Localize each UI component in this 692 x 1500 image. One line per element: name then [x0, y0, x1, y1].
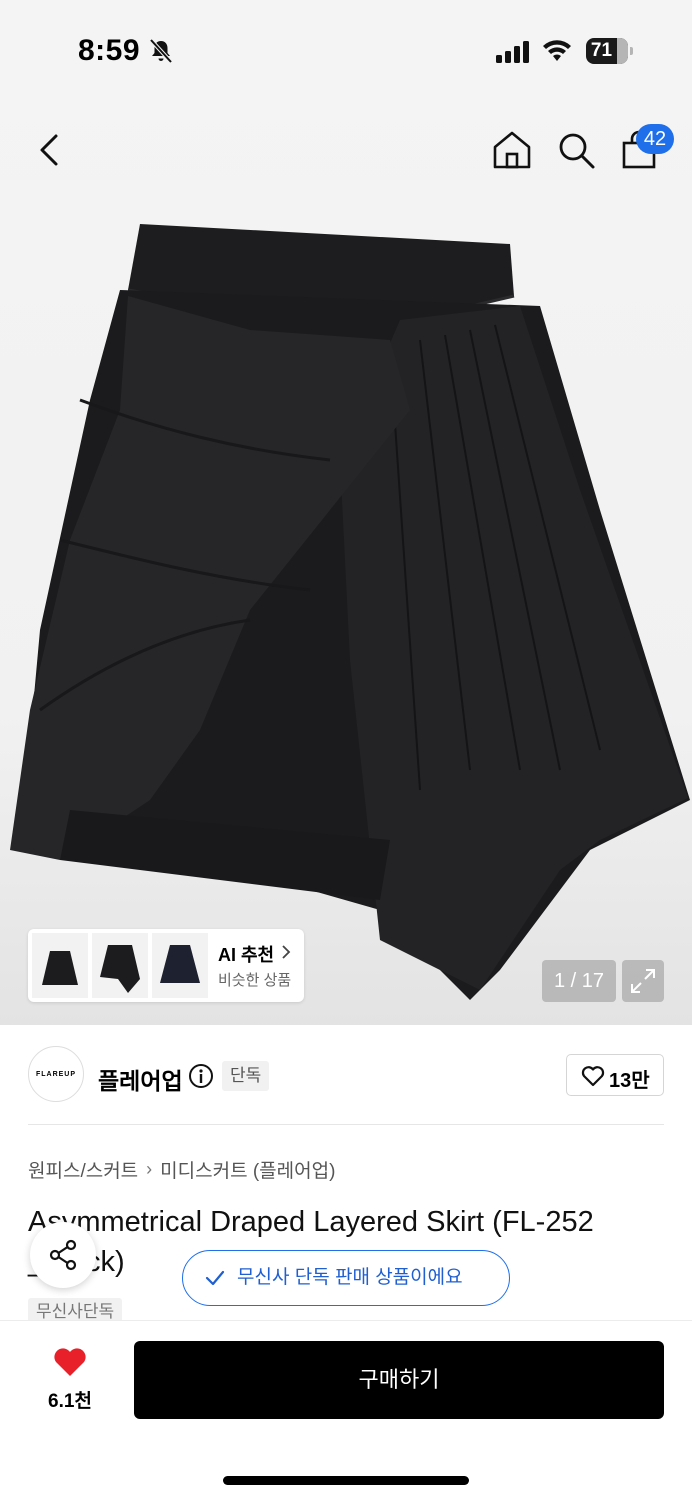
- buy-button[interactable]: 구매하기: [134, 1341, 664, 1419]
- home-indicator[interactable]: [223, 1476, 469, 1485]
- expand-image-button[interactable]: [622, 960, 664, 1002]
- bell-slash-icon: [149, 38, 173, 64]
- brand-like-count: 13만: [609, 1070, 650, 1092]
- breadcrumb-category[interactable]: 원피스/스커트: [28, 1156, 138, 1183]
- breadcrumb-subcategory[interactable]: 미디스커트 (플레어업): [160, 1156, 335, 1183]
- share-icon: [49, 1239, 77, 1271]
- info-icon[interactable]: [188, 1063, 214, 1089]
- recommendation-thumbnail[interactable]: [152, 933, 208, 998]
- wifi-icon: [543, 40, 571, 61]
- cellular-signal-icon: [496, 41, 529, 63]
- breadcrumb: 원피스/스커트 › 미디스커트 (플레어업): [28, 1156, 335, 1183]
- status-time: 8:59: [78, 34, 141, 67]
- share-button[interactable]: [30, 1222, 96, 1288]
- checkmark-icon: [205, 1270, 225, 1286]
- ai-recommendation-title: AI 추천: [218, 945, 275, 965]
- brand-like-button[interactable]: 13만: [566, 1054, 664, 1096]
- brand-name[interactable]: 플레어업: [98, 1062, 183, 1096]
- status-bar: 8:59 71: [0, 0, 692, 100]
- wishlist-count: 6.1천: [48, 1391, 92, 1412]
- search-icon[interactable]: [554, 128, 598, 172]
- expand-icon: [631, 969, 655, 993]
- image-page-indicator: 1 / 17: [542, 960, 616, 1002]
- toast-text: 무신사 단독 판매 상품이에요: [237, 1267, 463, 1288]
- recommendation-thumbnail[interactable]: [32, 933, 88, 998]
- chevron-right-icon: ›: [146, 1159, 153, 1179]
- ai-recommendation-subtitle: 비슷한 상품: [218, 972, 292, 989]
- battery-icon: 71: [586, 38, 634, 64]
- cart-count-badge: 42: [636, 124, 674, 154]
- exclusive-badge: 단독: [222, 1061, 270, 1091]
- divider: [28, 1124, 664, 1125]
- heart-filled-icon[interactable]: [52, 1346, 88, 1378]
- exclusive-sale-toast: 무신사 단독 판매 상품이에요: [182, 1250, 510, 1306]
- product-image[interactable]: [0, 210, 692, 1010]
- heart-outline-icon: [581, 1066, 605, 1087]
- product-title-line: Asymmetrical Draped Layered Skirt (FL-25…: [28, 1206, 594, 1238]
- chevron-right-icon: [282, 945, 291, 959]
- top-navigation: [0, 120, 692, 180]
- ai-recommendation-card[interactable]: AI 추천 비슷한 상품: [28, 929, 304, 1002]
- battery-level: 71: [590, 40, 613, 61]
- home-icon[interactable]: [490, 128, 534, 172]
- recommendation-thumbnail[interactable]: [92, 933, 148, 998]
- product-gallery[interactable]: 8:59 71 42 AI 추천 비슷한 상품 1 / 17: [0, 0, 692, 1025]
- brand-logo[interactable]: FLAREUP: [28, 1046, 84, 1102]
- chevron-left-icon[interactable]: [32, 130, 68, 170]
